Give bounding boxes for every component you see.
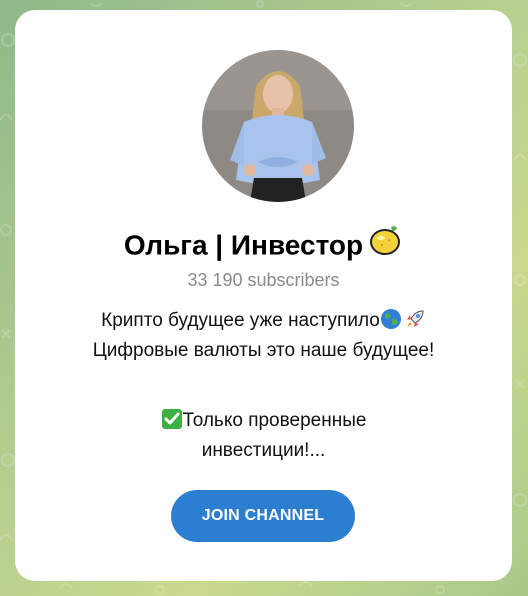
channel-name: Ольга | Инвестор	[123, 229, 364, 261]
lemon-icon	[369, 223, 403, 268]
description-line-2: Цифровые валюты это наше будущее!	[92, 340, 435, 361]
subscriber-count: 33 190 subscribers	[187, 270, 340, 290]
rocket-icon	[404, 308, 426, 338]
avatar	[202, 50, 354, 202]
channel-title: Ольга | Инвестор	[15, 223, 512, 268]
check-mark-icon	[161, 408, 183, 438]
join-channel-button[interactable]: JOIN CHANNEL	[171, 490, 355, 542]
description-line-4: инвестиции!...	[201, 440, 326, 461]
description-line-3: Только проверенные	[15, 408, 512, 438]
description-text-1: Крипто будущее уже наступило	[101, 310, 380, 331]
description-line-1: Крипто будущее уже наступило	[15, 308, 512, 338]
globe-icon	[380, 308, 402, 338]
description-text-3: Только проверенные	[182, 410, 367, 431]
